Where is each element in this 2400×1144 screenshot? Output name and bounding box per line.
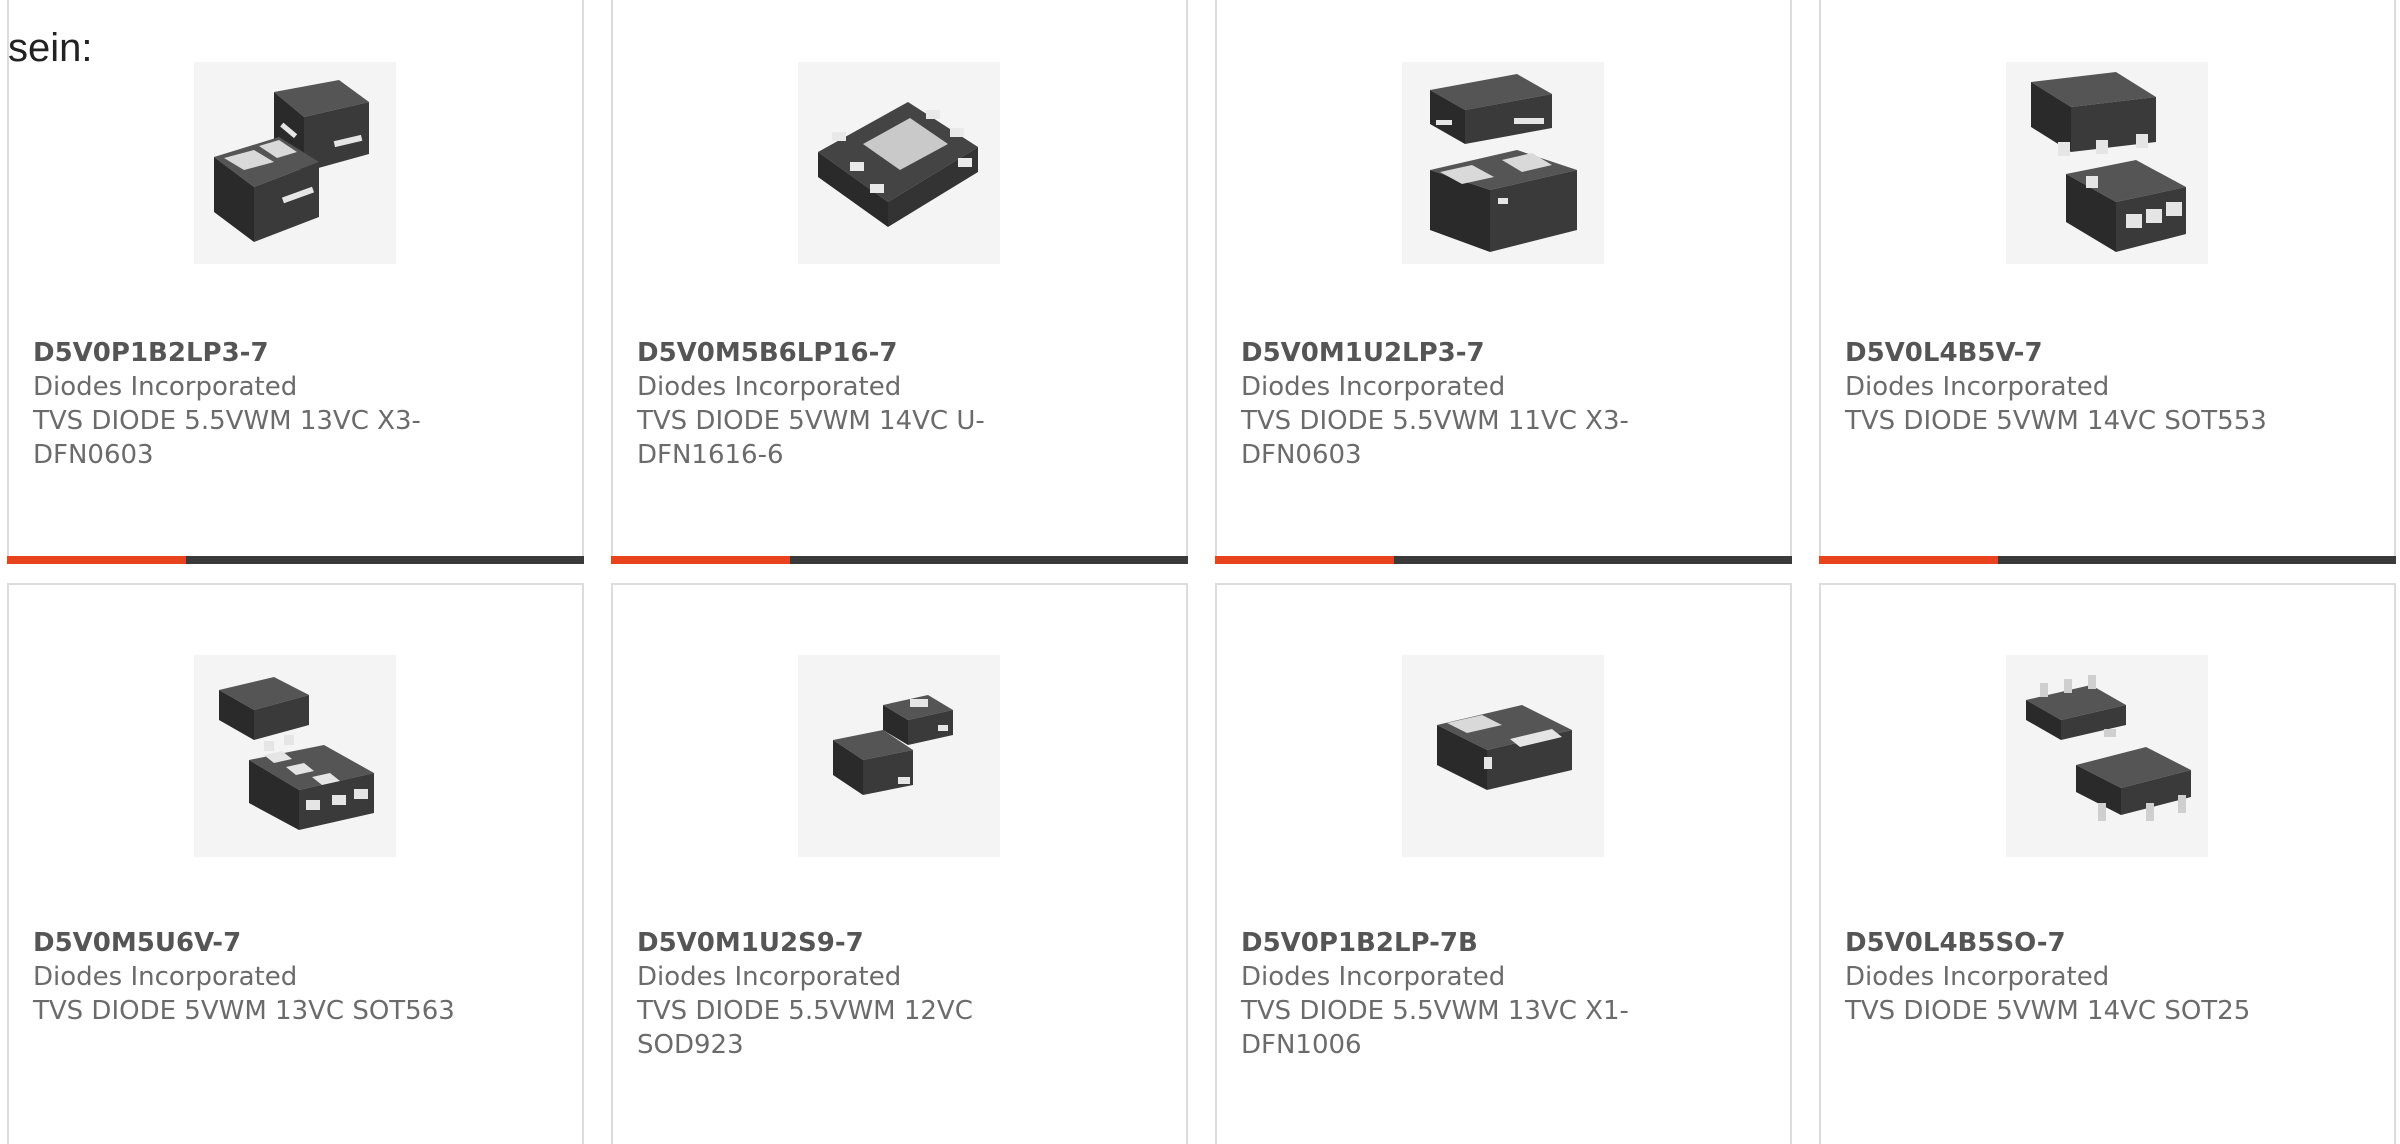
manufacturer: Diodes Incorporated bbox=[637, 962, 902, 992]
part-number[interactable]: D5V0P1B2LP-7B bbox=[1241, 926, 1766, 960]
product-image[interactable] bbox=[798, 62, 1000, 264]
progress-bar bbox=[611, 556, 1188, 564]
product-description: TVS DIODE 5.5VWM 12VC SOD923 bbox=[637, 996, 973, 1060]
product-image[interactable] bbox=[2006, 62, 2208, 264]
product-image[interactable] bbox=[194, 62, 396, 264]
product-image[interactable] bbox=[2006, 655, 2208, 857]
product-card[interactable]: D5V0L4B5SO-7 Diodes Incorporated TVS DIO… bbox=[1819, 583, 2396, 1144]
part-number[interactable]: D5V0M1U2LP3-7 bbox=[1241, 336, 1766, 370]
product-card[interactable]: D5V0M1U2S9-7 Diodes Incorporated TVS DIO… bbox=[611, 583, 1188, 1144]
intro-text: sein: bbox=[8, 26, 93, 70]
part-number[interactable]: D5V0L4B5SO-7 bbox=[1845, 926, 2370, 960]
progress-fill bbox=[1819, 556, 1998, 564]
product-card[interactable]: D5V0M5B6LP16-7 Diodes Incorporated TVS D… bbox=[611, 0, 1188, 564]
manufacturer: Diodes Incorporated bbox=[1845, 962, 2110, 992]
product-card[interactable]: D5V0P1B2LP3-7 Diodes Incorporated TVS DI… bbox=[7, 0, 584, 564]
product-card[interactable]: D5V0L4B5V-7 Diodes Incorporated TVS DIOD… bbox=[1819, 0, 2396, 564]
progress-bar bbox=[1215, 556, 1792, 564]
product-description: TVS DIODE 5.5VWM 11VC X3-DFN0603 bbox=[1241, 406, 1629, 470]
product-image[interactable] bbox=[1402, 62, 1604, 264]
product-image[interactable] bbox=[1402, 655, 1604, 857]
product-description: TVS DIODE 5VWM 14VC SOT553 bbox=[1845, 406, 2267, 436]
manufacturer: Diodes Incorporated bbox=[1845, 372, 2110, 402]
manufacturer: Diodes Incorporated bbox=[637, 372, 902, 402]
manufacturer: Diodes Incorporated bbox=[1241, 372, 1506, 402]
x3-dfn0603-chip-icon bbox=[1402, 62, 1604, 264]
progress-bar bbox=[7, 556, 584, 564]
progress-fill bbox=[7, 556, 186, 564]
progress-bar bbox=[1819, 556, 2396, 564]
product-image[interactable] bbox=[194, 655, 396, 857]
part-number[interactable]: D5V0M1U2S9-7 bbox=[637, 926, 1162, 960]
part-number[interactable]: D5V0M5B6LP16-7 bbox=[637, 336, 1162, 370]
product-description: TVS DIODE 5VWM 13VC SOT563 bbox=[33, 996, 455, 1026]
progress-fill bbox=[611, 556, 790, 564]
product-description: TVS DIODE 5.5VWM 13VC X1-DFN1006 bbox=[1241, 996, 1629, 1060]
u-dfn1616-chip-icon bbox=[798, 62, 1000, 264]
manufacturer: Diodes Incorporated bbox=[1241, 962, 1506, 992]
part-number[interactable]: D5V0M5U6V-7 bbox=[33, 926, 558, 960]
product-description: TVS DIODE 5VWM 14VC SOT25 bbox=[1845, 996, 2251, 1026]
x3-dfn0603-chip-icon bbox=[194, 62, 396, 264]
progress-fill bbox=[1215, 556, 1394, 564]
product-card[interactable]: D5V0P1B2LP-7B Diodes Incorporated TVS DI… bbox=[1215, 583, 1792, 1144]
sot25-chip-icon bbox=[2006, 655, 2208, 857]
product-description: TVS DIODE 5VWM 14VC U-DFN1616-6 bbox=[637, 406, 985, 470]
sot563-chip-icon bbox=[194, 655, 396, 857]
product-card[interactable]: D5V0M1U2LP3-7 Diodes Incorporated TVS DI… bbox=[1215, 0, 1792, 564]
part-number[interactable]: D5V0P1B2LP3-7 bbox=[33, 336, 558, 370]
manufacturer: Diodes Incorporated bbox=[33, 372, 298, 402]
x1-dfn1006-chip-icon bbox=[1402, 655, 1604, 857]
product-description: TVS DIODE 5.5VWM 13VC X3-DFN0603 bbox=[33, 406, 421, 470]
manufacturer: Diodes Incorporated bbox=[33, 962, 298, 992]
product-card[interactable]: D5V0M5U6V-7 Diodes Incorporated TVS DIOD… bbox=[7, 583, 584, 1144]
sod923-chip-icon bbox=[798, 655, 1000, 857]
product-image[interactable] bbox=[798, 655, 1000, 857]
part-number[interactable]: D5V0L4B5V-7 bbox=[1845, 336, 2370, 370]
sot553-chip-icon bbox=[2006, 62, 2208, 264]
